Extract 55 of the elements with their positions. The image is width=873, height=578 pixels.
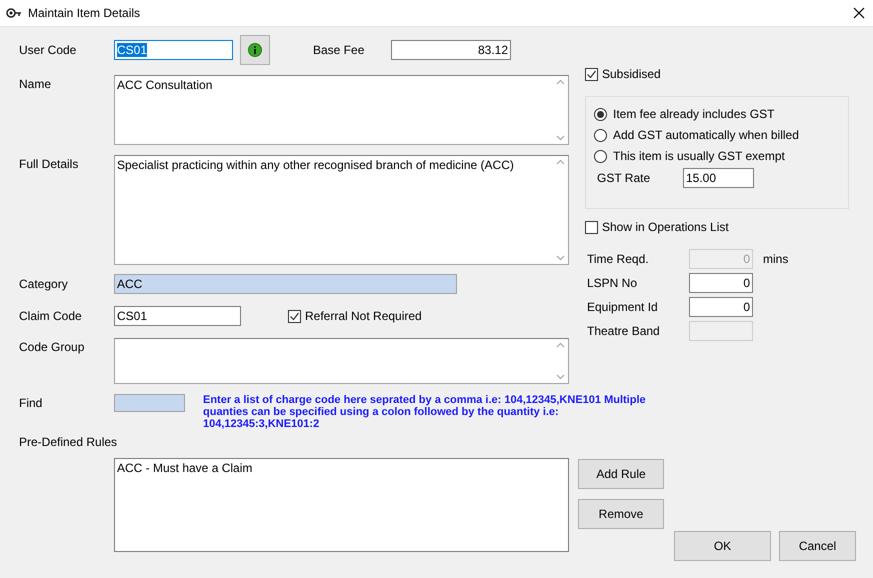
field-label: Theatre Band [586,324,661,338]
category-field[interactable]: ACC [114,274,457,294]
scroll-down-icon[interactable] [556,135,565,141]
field-label: Find [19,395,44,410]
add-rule-button[interactable]: Add Rule [578,459,664,489]
scroll-up-icon[interactable] [556,159,565,165]
field-label: LSPN No [586,276,638,290]
radio-label: This item is usually GST exempt [613,149,785,163]
info-button[interactable] [240,35,270,65]
remove-button[interactable]: Remove [578,499,664,529]
find-field[interactable] [114,394,185,412]
claim-code-field[interactable]: CS01 [114,306,241,326]
checkbox-label: Show in Operations List [602,220,729,234]
radio-label: Add GST automatically when billed [613,128,799,142]
scroll-down-icon[interactable] [556,374,565,380]
key-icon [6,7,22,19]
field-label: Category [19,277,69,291]
scroll-down-icon[interactable] [556,255,565,261]
close-icon[interactable] [853,7,865,19]
number-field[interactable]: 0 [689,273,753,293]
radio-button[interactable] [594,128,607,142]
code-group-field[interactable] [114,338,569,384]
radio-button[interactable] [594,150,607,162]
field-label: Full Details [19,156,80,171]
checkbox-label: Referral Not Required [305,309,422,323]
field-label: Code Group [19,339,86,354]
ok-button[interactable]: OK [674,531,771,561]
checkbox[interactable] [585,220,598,234]
name-field[interactable]: ACC Consultation [114,75,569,145]
user-code-field[interactable]: CS01 [114,40,233,60]
cancel-button[interactable]: Cancel [779,531,856,561]
checkbox[interactable] [585,68,598,80]
field-label: Pre-Defined Rules [19,435,118,449]
field-label: Base Fee [313,43,366,57]
scroll-up-icon[interactable] [556,79,565,85]
number-field[interactable]: 0 [689,297,753,317]
field-label: Claim Code [19,309,83,323]
list-item[interactable]: ACC - Must have a Claim [117,461,566,475]
checkbox[interactable] [288,310,301,322]
info-icon [248,43,262,57]
hint-text: Enter a list of charge code here seprated by a comma i.e: 104,12345,KNE101 Multiple quanties can be specified using a colon followed by the quantity i.e: 104,12345:3,KNE101:2 [203,394,647,430]
field-label: Name [19,76,52,91]
unit-label: mins [763,252,788,266]
field-label: Equipment Id [586,300,659,314]
window-title: Maintain Item Details [28,6,142,20]
field-label: Time Reqd. [586,252,650,266]
checkbox-label: Subsidised [602,67,661,81]
radio-button[interactable] [594,108,607,120]
scroll-up-icon[interactable] [556,342,565,348]
full-details-field[interactable]: Specialist practicing within any other recognised branch of medicine (ACC) [114,155,569,265]
field-label: GST Rate [597,171,652,185]
radio-label: Item fee already includes GST [613,107,774,121]
base-fee-field[interactable]: 83.12 [391,40,511,60]
gst-rate-field[interactable]: 15.00 [683,168,754,188]
field-label: User Code [19,43,78,57]
